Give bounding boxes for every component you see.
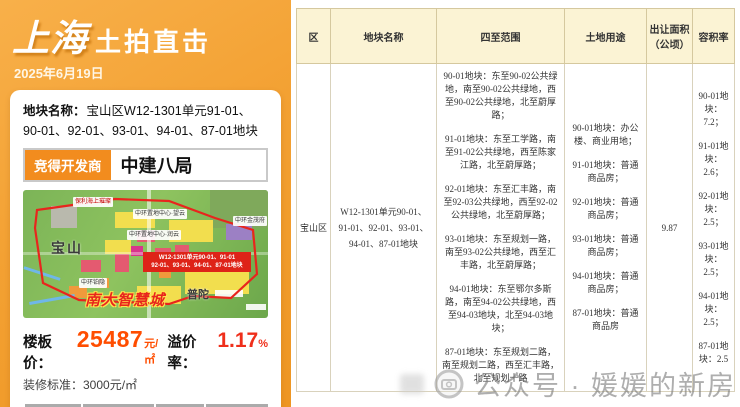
detail-header-cell: 出让面积（公顷） — [647, 9, 693, 64]
developer-row: 竞得开发商 中建八局 — [23, 148, 268, 182]
boundaries-cell: 90-01地块：东至90-02公共绿地，南至90-02公共绿地，西至90-02公… — [437, 64, 565, 392]
detail-table-row: 宝山区 W12-1301单元90-01、91-01、92-01、93-01、94… — [297, 64, 735, 392]
land-use-entry: 92-01地块：普通商品房； — [567, 196, 644, 222]
summary-header-cell: 出让面积 — [205, 403, 269, 407]
premium-group: 溢价率： 1.17 % — [167, 329, 268, 373]
left-panel: 上海 土拍直击 2025年6月19日 地块名称：宝山区W12-1301单元91-… — [0, 0, 291, 407]
land-use-list: 90-01地块：办公楼、商业用地； 91-01地块：普通商品房； 92-01地块：普… — [567, 122, 644, 333]
plot-ratio-entry: 91-01地块：2.6； — [695, 140, 732, 179]
summary-table: 总金额用地性质容积率出让面积 819533万 办公楼, 商业用地 普通商品房 7… — [23, 402, 270, 407]
map-poi-label: 中环置地中心·望云 — [133, 209, 187, 219]
detail-header-cell: 土地用途 — [565, 9, 647, 64]
land-use-entry: 87-01地块：普通商品房 — [567, 307, 644, 333]
developer-badge: 竞得开发商 — [25, 150, 111, 180]
district-cell: 宝山区 — [297, 64, 331, 392]
plot-ratio-list: 90-01地块：7.2； 91-01地块：2.6； 92-01地块：2.5； 93-0… — [695, 90, 732, 366]
brand-row: 上海 土拍直击 — [10, 6, 281, 62]
detail-table: 区地块名称四至范围土地用途出让面积（公顷）容积率 宝山区 W12-1301单元9… — [296, 8, 735, 392]
plot-ratio-entry: 87-01地块：2.5 — [695, 340, 732, 366]
land-use-entry: 91-01地块：普通商品房； — [567, 159, 644, 185]
land-use-entry: 94-01地块：普通商品房； — [567, 270, 644, 296]
boundaries-list: 90-01地块：东至90-02公共绿地，南至90-02公共绿地，西至90-02公… — [439, 70, 562, 385]
planning-map: 保利海上璀璨 中环置地中心·望云 中环金茂府 中环置地中心·润云 中环铂隐 宝山… — [23, 190, 268, 318]
plot-ratio-entry: 92-01地块：2.5； — [695, 190, 732, 229]
plot-ratio-entry: 94-01地块：2.5； — [695, 290, 732, 329]
developer-name: 中建八局 — [111, 150, 203, 180]
detail-header-cell: 四至范围 — [437, 9, 565, 64]
watermark-blur-blob — [400, 374, 424, 394]
watermark-text: 公众号 · 媛媛的新房 — [474, 364, 736, 403]
detail-header-cell: 容积率 — [693, 9, 735, 64]
parcel-name-label: 地块名称： — [23, 104, 86, 118]
floor-price-label: 楼板价： — [23, 331, 77, 373]
land-use-cell: 90-01地块：办公楼、商业用地； 91-01地块：普通商品房； 92-01地块：普… — [565, 64, 647, 392]
parcel-card: 地块名称：宝山区W12-1301单元91-01、90-01、92-01、93-0… — [10, 90, 281, 407]
boundary-entry: 91-01地块：东至工学路，南至91-02公共绿地，西至陈家江路，北至蔚厚路； — [439, 133, 562, 172]
map-site-name: 南大智慧城 — [85, 289, 165, 310]
map-poi-label: 中环金茂府 — [233, 216, 267, 226]
detail-header-cell: 区 — [297, 9, 331, 64]
boundary-entry: 92-01地块：东至汇丰路，南至92-03公共绿地，西至92-02公共绿地，北至… — [439, 183, 562, 222]
map-poi-label: 中环置地中心·润云 — [127, 230, 181, 240]
plot-ratio-entry: 90-01地块：7.2； — [695, 90, 732, 129]
map-parcel-flag: W12-1301单元90-01、91-01 92-01、93-01、94-01、… — [143, 252, 251, 272]
summary-table-header: 总金额用地性质容积率出让面积 — [24, 403, 269, 407]
price-row: 楼板价： 25487 元/㎡ 溢价率： 1.17 % — [23, 326, 268, 373]
land-use-entry: 90-01地块：办公楼、商业用地； — [567, 122, 644, 148]
area-cell: 9.87 — [647, 64, 693, 392]
summary-header-cell: 容积率 — [155, 403, 205, 407]
decoration-standard: 装修标准：3000元/㎡ — [23, 376, 268, 393]
map-parcel-flag-line1: W12-1301单元90-01、91-01 — [146, 254, 248, 262]
camera-logo-icon — [433, 368, 465, 400]
boundary-entry: 94-01地块：东至鄂尔多斯路，南至94-02公共绿地，西至94-03地块，北至… — [439, 283, 562, 335]
premium-unit: % — [258, 338, 268, 350]
floor-price-unit: 元/㎡ — [144, 335, 167, 367]
boundary-entry: 90-01地块：东至90-02公共绿地，南至90-02公共绿地，西至90-02公… — [439, 70, 562, 122]
brand-title: 土拍直击 — [95, 22, 211, 59]
brand-date: 2025年6月19日 — [14, 63, 281, 82]
summary-header-cell: 用地性质 — [82, 403, 155, 407]
detail-header-cell: 地块名称 — [331, 9, 437, 64]
map-parcel-flag-line2: 92-01、93-01、94-01、87-01地块 — [146, 262, 248, 270]
summary-header-cell: 总金额 — [24, 403, 82, 407]
parcel-name: 地块名称：宝山区W12-1301单元91-01、90-01、92-01、93-0… — [23, 101, 268, 141]
map-district-label: 宝山 — [51, 238, 83, 258]
brand-city: 上海 — [12, 8, 88, 62]
map-district-label: 普陀 — [187, 286, 209, 302]
plot-ratio-entry: 93-01地块：2.5； — [695, 240, 732, 279]
map-poi-label: 中环铂隐 — [79, 278, 107, 288]
premium-value: 1.17 — [217, 329, 258, 353]
boundary-entry: 93-01地块：东至规划一路，南至93-02公共绿地，西至汇丰路，北至蔚厚路； — [439, 233, 562, 272]
premium-label: 溢价率： — [167, 331, 217, 373]
floor-price-value: 25487 — [77, 326, 143, 353]
infographic-canvas: 上海 土拍直击 2025年6月19日 地块名称：宝山区W12-1301单元91-… — [0, 0, 740, 407]
detail-table-header: 区地块名称四至范围土地用途出让面积（公顷）容积率 — [297, 9, 735, 64]
land-use-entry: 93-01地块：普通商品房； — [567, 233, 644, 259]
plot-ratio-cell: 90-01地块：7.2； 91-01地块：2.6； 92-01地块：2.5； 93-0… — [693, 64, 735, 392]
right-panel: 区地块名称四至范围土地用途出让面积（公顷）容积率 宝山区 W12-1301单元9… — [291, 0, 740, 407]
watermark: 公众号 · 媛媛的新房 — [400, 364, 736, 403]
map-poi-label: 保利海上璀璨 — [73, 197, 113, 207]
parcel-name-cell: W12-1301单元90-01、91-01、92-01、93-01、94-01、… — [331, 64, 437, 392]
